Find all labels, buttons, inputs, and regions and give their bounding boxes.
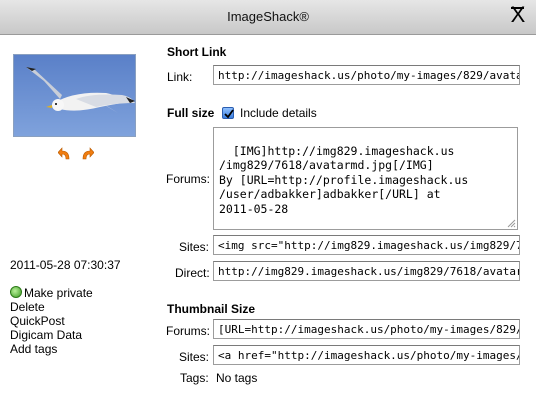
forums-label: Forums:: [166, 172, 211, 186]
delete-link[interactable]: Delete: [10, 300, 93, 314]
resize-grip-icon[interactable]: [507, 219, 516, 228]
thumb-forums-field[interactable]: [URL=http://imageshack.us/photo/my-image…: [213, 319, 520, 339]
forums-code-textarea[interactable]: [IMG]http://img829.imageshack.us /img829…: [213, 127, 518, 230]
title-bar: ImageShack® X: [0, 0, 536, 35]
make-private-label: Make private: [24, 286, 93, 300]
close-icon[interactable]: X: [507, 2, 529, 28]
thumb-sites-field[interactable]: <a href="http://imageshack.us/photo/my-i…: [213, 345, 520, 365]
image-actions: Make private Delete QuickPost Digicam Da…: [10, 286, 93, 356]
upload-timestamp: 2011-05-28 07:30:37: [10, 258, 121, 272]
image-thumbnail[interactable]: [13, 54, 136, 137]
add-tags-link[interactable]: Add tags: [10, 342, 93, 356]
include-details-label: Include details: [240, 106, 317, 120]
short-link-field[interactable]: http://imageshack.us/photo/my-images/829…: [213, 65, 520, 85]
sites-code-field[interactable]: <img src="http://img829.imageshack.us/im…: [213, 235, 520, 255]
make-private-link[interactable]: Make private: [10, 286, 93, 300]
include-details-checkbox[interactable]: [222, 107, 234, 119]
digicam-data-link[interactable]: Digicam Data: [10, 328, 93, 342]
private-status-icon: [10, 286, 22, 298]
tags-label: Tags:: [180, 371, 209, 385]
rotate-right-icon[interactable]: [80, 147, 94, 161]
short-link-heading: Short Link: [167, 45, 227, 59]
thumb-sites-label: Sites:: [179, 350, 210, 364]
forums-code-text: [IMG]http://img829.imageshack.us /img829…: [219, 143, 469, 216]
thumbnail-size-heading: Thumbnail Size: [167, 302, 256, 316]
seagull-image: [14, 55, 135, 136]
sites-label: Sites:: [179, 240, 210, 254]
quickpost-link[interactable]: QuickPost: [10, 314, 93, 328]
direct-link-field[interactable]: http://img829.imageshack.us/img829/7618/…: [213, 261, 520, 281]
link-label: Link:: [167, 70, 193, 84]
checkmark-icon: [224, 109, 234, 119]
direct-label: Direct:: [175, 266, 210, 280]
thumb-forums-label: Forums:: [166, 324, 211, 338]
full-size-heading: Full size: [167, 106, 215, 120]
tags-value: No tags: [216, 371, 258, 385]
rotate-left-icon[interactable]: [58, 147, 72, 161]
window-title: ImageShack®: [227, 9, 309, 24]
